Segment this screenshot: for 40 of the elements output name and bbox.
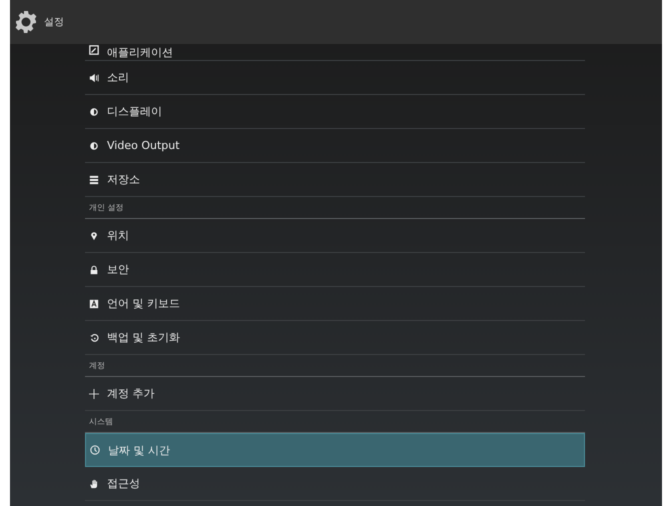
settings-item[interactable]: 언어 및 키보드 <box>85 287 585 321</box>
settings-item[interactable]: 애플리케이션 <box>85 44 585 61</box>
item-label: 접근성 <box>107 476 140 491</box>
settings-item[interactable]: 저장소 <box>85 163 585 197</box>
settings-item[interactable]: 디스플레이 <box>85 95 585 129</box>
settings-item[interactable]: 계정 추가 <box>85 377 585 411</box>
contrast-icon <box>89 106 99 116</box>
settings-item[interactable]: Video Output <box>85 129 585 163</box>
item-label: Video Output <box>107 139 180 152</box>
hand-icon <box>89 478 99 488</box>
settings-item[interactable]: 위치 <box>85 219 585 253</box>
plus-icon <box>89 388 99 398</box>
app-icon <box>89 45 99 55</box>
item-label: 언어 및 키보드 <box>107 296 180 311</box>
contrast-icon <box>89 140 99 150</box>
item-label: 보안 <box>107 262 129 277</box>
item-label: 계정 추가 <box>107 386 154 401</box>
settings-item[interactable]: 소리 <box>85 61 585 95</box>
location-pin-icon <box>89 230 99 240</box>
settings-item[interactable]: 백업 및 초기화 <box>85 321 585 355</box>
item-label: 백업 및 초기화 <box>107 330 180 345</box>
settings-item[interactable]: 보안 <box>85 253 585 287</box>
lock-icon <box>89 264 99 274</box>
item-label: 위치 <box>107 228 129 243</box>
settings-item[interactable]: 날짜 및 시간 <box>85 433 585 467</box>
item-label: 저장소 <box>107 172 140 187</box>
clock-icon <box>90 445 100 455</box>
letter-a-icon <box>89 298 99 308</box>
storage-icon <box>89 174 99 184</box>
item-label: 소리 <box>107 70 129 85</box>
settings-item[interactable]: 접근성 <box>85 467 585 501</box>
item-label: 디스플레이 <box>107 104 162 119</box>
restore-icon <box>89 332 99 342</box>
section-header: 계정 <box>85 355 585 377</box>
speaker-icon <box>89 72 99 82</box>
window-title: 설정 <box>44 16 64 29</box>
item-label: 애플리케이션 <box>107 45 173 60</box>
section-header: 개인 설정 <box>85 197 585 219</box>
item-label: 날짜 및 시간 <box>108 442 170 458</box>
settings-icon[interactable] <box>14 10 38 34</box>
